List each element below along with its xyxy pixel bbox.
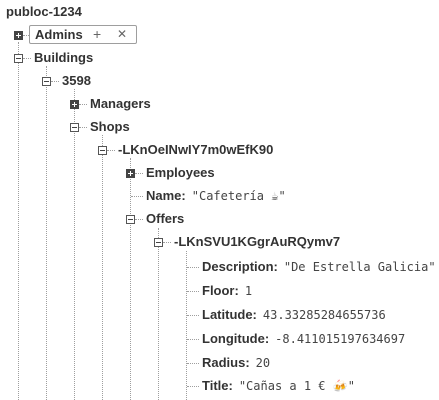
field-floor[interactable]: Floor: 1 — [202, 281, 252, 301]
connector-radius — [187, 363, 199, 364]
longitude-key: Longitude: — [202, 331, 270, 346]
connector-title — [187, 386, 199, 387]
name-key: Name: — [146, 188, 186, 203]
tree-guide-offer — [186, 251, 187, 400]
expand-managers-icon[interactable] — [70, 100, 79, 109]
tree-guide-shops — [102, 135, 103, 400]
title-value[interactable]: "Cañas a 1 € 🍻" — [239, 379, 355, 393]
connector-name — [131, 196, 143, 197]
expand-admins-icon[interactable] — [14, 31, 23, 40]
field-name[interactable]: Name: "Cafetería ☕" — [146, 186, 286, 206]
radius-key: Radius: — [202, 355, 250, 370]
connector-shops — [79, 127, 87, 128]
tree-guide-root — [18, 42, 19, 400]
remove-node-icon[interactable]: ✕ — [117, 26, 127, 43]
offer-key-label[interactable]: -LKnSVU1KGgrAuRQymv7 — [174, 234, 340, 249]
connector-longitude — [187, 339, 199, 340]
connector-buildings — [23, 58, 31, 59]
expand-employees-icon[interactable] — [126, 169, 135, 178]
collapse-offers-icon[interactable] — [126, 215, 135, 224]
collapse-shops-icon[interactable] — [70, 123, 79, 132]
connector-latitude — [187, 315, 199, 316]
node-managers[interactable]: Managers — [90, 94, 151, 114]
node-offer[interactable]: -LKnSVU1KGgrAuRQymv7 — [174, 232, 340, 252]
field-longitude[interactable]: Longitude: -8.411015197634697 — [202, 329, 405, 349]
tree-guide-offers — [158, 228, 159, 400]
latitude-key: Latitude: — [202, 307, 257, 322]
database-root-title: publoc-1234 — [6, 4, 82, 19]
description-key: Description: — [202, 259, 278, 274]
collapse-3598-icon[interactable] — [42, 77, 51, 86]
node-shop[interactable]: -LKnOeINwIY7m0wEfK90 — [118, 140, 273, 160]
shop-key-label[interactable]: -LKnOeINwIY7m0wEfK90 — [118, 142, 273, 157]
field-title[interactable]: Title: "Cañas a 1 € 🍻" — [202, 376, 355, 396]
description-value[interactable]: "De Estrella Galicia" — [284, 260, 436, 274]
node-buildings[interactable]: Buildings — [34, 48, 93, 68]
node-shops[interactable]: Shops — [90, 117, 130, 137]
admins-node-editor[interactable]: Admins + ✕ — [29, 25, 137, 44]
floor-value[interactable]: 1 — [245, 284, 252, 298]
connector-floor — [187, 291, 199, 292]
node-offers[interactable]: Offers — [146, 209, 184, 229]
title-key: Title: — [202, 378, 233, 393]
collapse-shop-icon[interactable] — [98, 146, 107, 155]
managers-label[interactable]: Managers — [90, 96, 151, 111]
buildings-label[interactable]: Buildings — [34, 50, 93, 65]
employees-label[interactable]: Employees — [146, 165, 215, 180]
connector-managers — [79, 104, 87, 105]
collapse-buildings-icon[interactable] — [14, 54, 23, 63]
name-value[interactable]: "Cafetería ☕" — [192, 189, 286, 203]
field-description[interactable]: Description: "De Estrella Galicia" — [202, 257, 436, 277]
connector-description — [187, 267, 199, 268]
connector-offers — [135, 219, 143, 220]
connector-3598 — [51, 81, 59, 82]
latitude-value[interactable]: 43.33285284655736 — [263, 308, 386, 322]
field-latitude[interactable]: Latitude: 43.33285284655736 — [202, 305, 386, 325]
radius-value[interactable]: 20 — [256, 356, 270, 370]
field-radius[interactable]: Radius: 20 — [202, 353, 270, 373]
tree-guide-3598 — [74, 89, 75, 400]
connector-offer — [163, 242, 171, 243]
collapse-offer-icon[interactable] — [154, 238, 163, 247]
node-employees[interactable]: Employees — [146, 163, 215, 183]
admins-label[interactable]: Admins — [35, 26, 83, 43]
tree-guide-shop — [130, 158, 131, 400]
floor-key: Floor: — [202, 283, 239, 298]
building-3598-label[interactable]: 3598 — [62, 73, 91, 88]
tree-guide-buildings — [46, 66, 47, 400]
offers-label[interactable]: Offers — [146, 211, 184, 226]
shops-label[interactable]: Shops — [90, 119, 130, 134]
longitude-value[interactable]: -8.411015197634697 — [275, 332, 405, 346]
connector-shop — [107, 150, 115, 151]
connector-employees — [135, 173, 143, 174]
add-child-icon[interactable]: + — [93, 26, 101, 43]
node-3598[interactable]: 3598 — [62, 71, 91, 91]
